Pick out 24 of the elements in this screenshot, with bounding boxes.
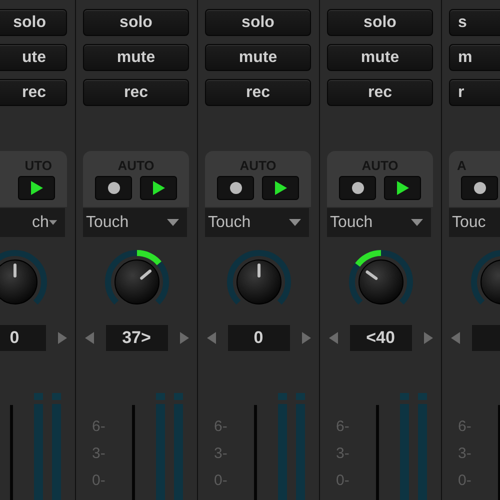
automation-mode-dropdown[interactable]: Touch <box>327 208 431 237</box>
mute-button[interactable]: mute <box>205 44 311 71</box>
automation-mode-dropdown[interactable]: ch <box>0 208 65 237</box>
rec-button[interactable]: rec <box>205 79 311 106</box>
solo-button[interactable]: s <box>449 9 500 36</box>
solo-button[interactable]: solo <box>205 9 311 36</box>
solo-button[interactable]: solo <box>83 9 189 36</box>
solo-button[interactable]: solo <box>0 9 67 36</box>
pan-value: 0 <box>228 325 290 351</box>
rec-button[interactable]: rec <box>327 79 433 106</box>
solo-button[interactable]: solo <box>327 9 433 36</box>
pan-value: 0 <box>0 325 46 351</box>
pan-value: <40 <box>350 325 412 351</box>
automation-mode-dropdown[interactable]: Touch <box>205 208 309 237</box>
mute-button[interactable]: m <box>449 44 500 71</box>
pan-value: 37> <box>106 325 168 351</box>
rec-button[interactable]: rec <box>83 79 189 106</box>
automation-mode-dropdown[interactable]: Touc <box>449 208 500 237</box>
mute-button[interactable]: ute <box>0 44 67 71</box>
mute-button[interactable]: mute <box>327 44 433 71</box>
automation-mode-dropdown[interactable]: Touch <box>83 208 187 237</box>
rec-button[interactable]: rec <box>0 79 67 106</box>
mute-button[interactable]: mute <box>83 44 189 71</box>
rec-button[interactable]: r <box>449 79 500 106</box>
